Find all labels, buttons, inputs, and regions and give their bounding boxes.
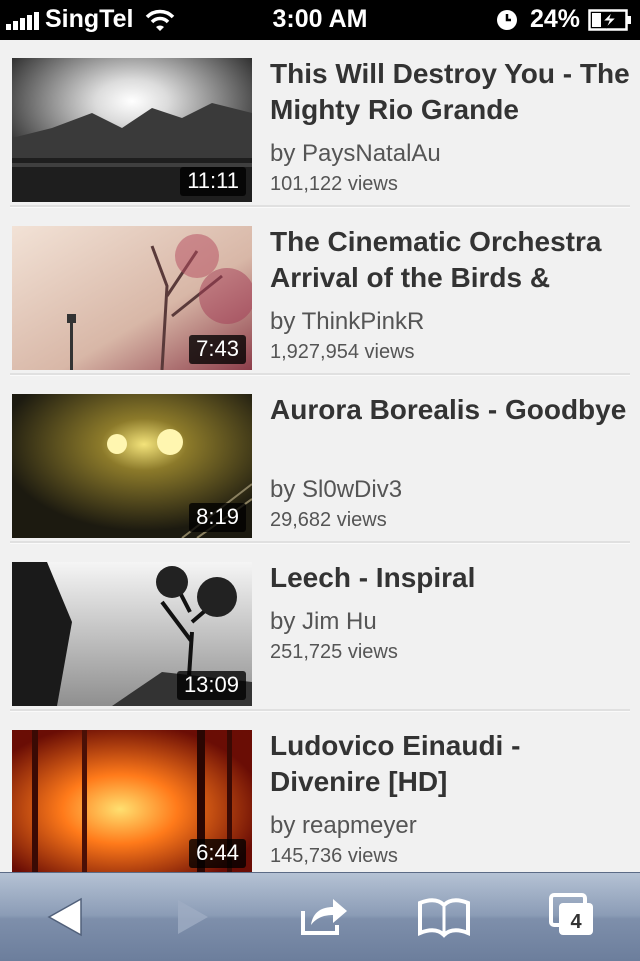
video-views: 1,927,954 views	[270, 341, 415, 363]
video-thumbnail[interactable]: 11:11	[12, 58, 252, 202]
tabs-count: 4	[570, 911, 582, 933]
bookmarks-icon	[418, 898, 470, 938]
status-right: 24%	[496, 5, 632, 34]
video-title[interactable]: This Will Destroy You - The Mighty Rio G…	[270, 56, 638, 128]
video-title[interactable]: Leech - Inspiral	[270, 560, 638, 596]
alarm-clock-icon	[496, 9, 517, 30]
video-channel: by ThinkPinkR	[270, 308, 425, 335]
status-bar: SingTel 3:00 AM 24%	[0, 0, 640, 40]
video-title[interactable]: Ludovico Einaudi - Divenire [HD]	[270, 728, 638, 800]
share-icon	[301, 899, 347, 935]
bookmarks-button[interactable]	[414, 887, 474, 947]
video-channel: by Sl0wDiv3	[270, 476, 403, 503]
battery-percent: 24%	[529, 5, 580, 33]
video-row[interactable]: 7:43 The Cinematic Orchestra Arrival of …	[0, 208, 640, 376]
video-title[interactable]: The Cinematic Orchestra Arrival of the B…	[270, 224, 638, 296]
video-thumbnail[interactable]: 13:09	[12, 562, 252, 706]
video-views: 145,736 views	[270, 845, 398, 867]
video-duration: 13:09	[176, 671, 246, 700]
share-button[interactable]	[293, 887, 353, 947]
video-views: 101,122 views	[270, 173, 398, 195]
video-duration: 7:43	[189, 335, 246, 364]
tabs-icon: 4	[549, 893, 593, 935]
browser-toolbar: 4	[0, 872, 640, 961]
forward-button[interactable]	[162, 887, 222, 947]
video-thumbnail[interactable]: 7:43	[12, 226, 252, 370]
video-duration: 8:19	[189, 503, 246, 532]
video-row[interactable]: 6:44 Ludovico Einaudi - Divenire [HD] by…	[0, 712, 640, 872]
video-list: 11:11 This Will Destroy You - The Mighty…	[0, 40, 640, 872]
back-button[interactable]	[35, 887, 95, 947]
video-duration: 11:11	[180, 167, 246, 196]
tabs-button[interactable]: 4	[545, 887, 605, 947]
video-channel: by Jim Hu	[270, 608, 377, 635]
back-arrow-icon	[47, 897, 82, 937]
video-views: 29,682 views	[270, 509, 387, 531]
video-channel: by reapmeyer	[270, 812, 417, 839]
video-row[interactable]: 13:09 Leech - Inspiral by Jim Hu 251,725…	[0, 544, 640, 712]
forward-arrow-icon	[178, 900, 208, 934]
battery-charging-icon	[588, 8, 631, 31]
video-row[interactable]: 8:19 Aurora Borealis - Goodbye by Sl0wDi…	[0, 376, 640, 544]
video-channel: by PaysNatalAu	[270, 140, 441, 167]
video-row[interactable]: 11:11 This Will Destroy You - The Mighty…	[0, 40, 640, 208]
video-title[interactable]: Aurora Borealis - Goodbye	[270, 392, 638, 428]
video-thumbnail[interactable]: 6:44	[12, 730, 252, 872]
video-views: 251,725 views	[270, 641, 398, 663]
video-thumbnail[interactable]: 8:19	[12, 394, 252, 538]
video-duration: 6:44	[189, 839, 246, 868]
